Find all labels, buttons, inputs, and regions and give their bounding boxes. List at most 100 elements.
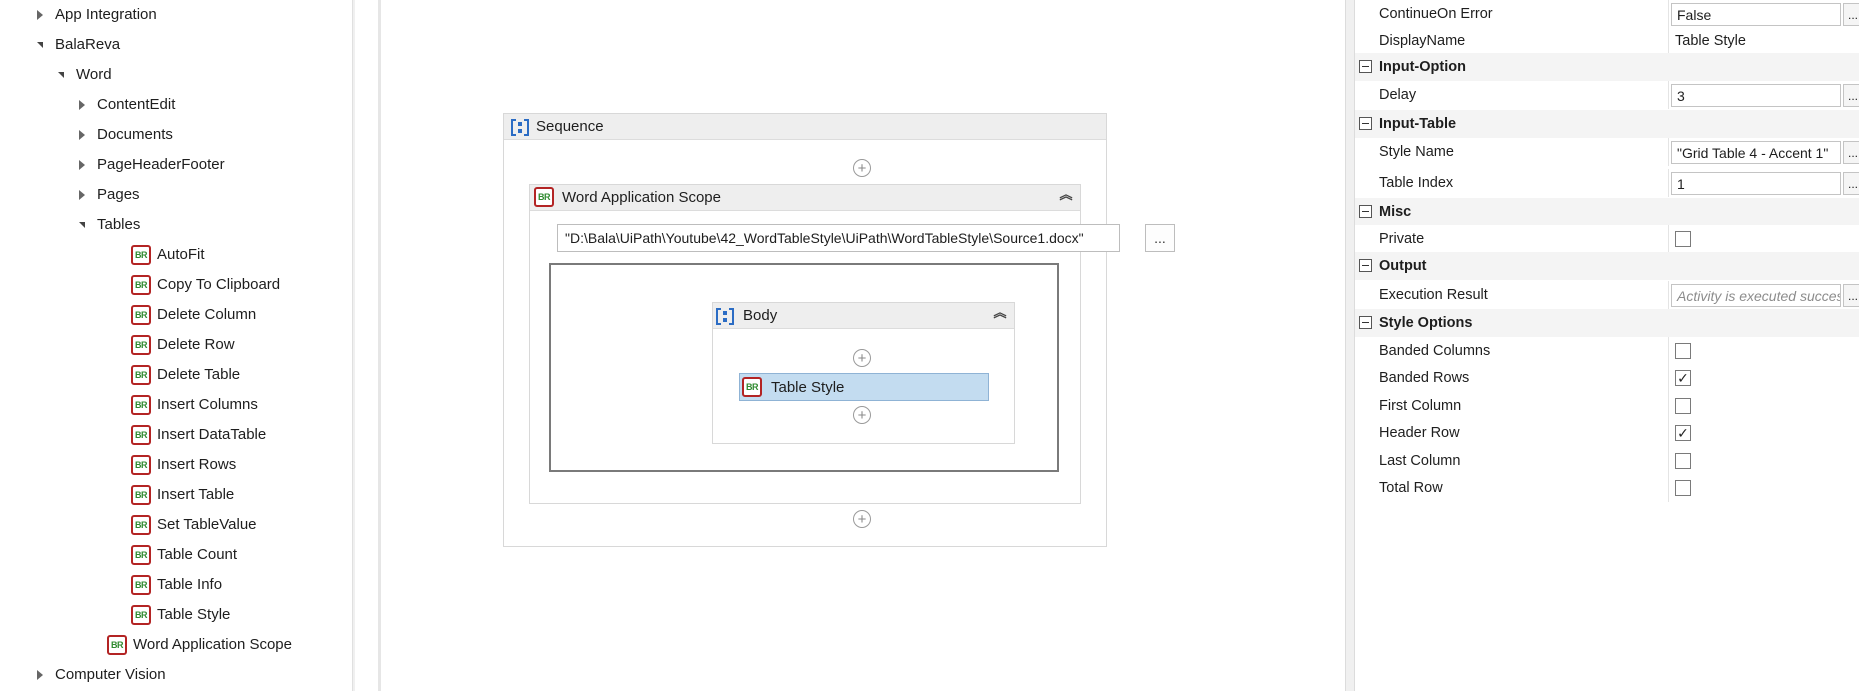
br-activity-icon: BR [131, 545, 151, 565]
tree-item[interactable]: BR Insert Rows [0, 450, 350, 480]
tree-item[interactable]: BR Insert Columns [0, 390, 350, 420]
property-checkbox[interactable] [1675, 453, 1691, 469]
tree-item-label: App Integration [55, 6, 157, 23]
scope-header[interactable]: BR Word Application Scope ︽ [530, 185, 1080, 211]
property-value-input[interactable]: 1 [1671, 172, 1841, 195]
property-checkbox[interactable] [1675, 343, 1691, 359]
tree-item-label: Delete Table [157, 366, 241, 383]
expand-arrow-icon[interactable] [33, 8, 47, 22]
activities-scrollbar[interactable] [352, 0, 355, 691]
tree-item[interactable]: App Integration [0, 0, 350, 30]
category-name: Input-Table [1379, 116, 1457, 132]
tree-item[interactable]: BR Insert Table [0, 480, 350, 510]
add-activity-button[interactable]: + [853, 159, 871, 177]
add-activity-button[interactable]: + [853, 510, 871, 528]
property-checkbox[interactable]: ✓ [1675, 370, 1691, 386]
expand-arrow-icon[interactable] [75, 188, 89, 202]
tree-item[interactable]: BR Delete Row [0, 330, 350, 360]
tree-item[interactable]: Pages [0, 180, 350, 210]
tree-item[interactable]: BR Table Info [0, 570, 350, 600]
property-checkbox[interactable] [1675, 480, 1691, 496]
collapse-minus-icon[interactable] [1359, 259, 1372, 272]
tree-item[interactable]: BR Insert DataTable [0, 420, 350, 450]
collapse-minus-icon[interactable] [1359, 117, 1372, 130]
file-path-input[interactable]: "D:\Bala\UiPath\Youtube\42_WordTableStyl… [557, 224, 1120, 252]
property-value-cell [1668, 0, 1669, 28]
property-ellipsis-button[interactable]: ... [1843, 284, 1859, 307]
tree-item[interactable]: Documents [0, 120, 350, 150]
tree-item[interactable]: ContentEdit [0, 90, 350, 120]
collapse-arrow-icon[interactable] [33, 38, 47, 52]
property-checkbox[interactable] [1675, 398, 1691, 414]
property-name: Style Name [1379, 144, 1454, 160]
tree-item-label: Insert Rows [157, 456, 237, 473]
property-value-input[interactable]: False [1671, 3, 1841, 26]
collapse-icon[interactable]: ︽ [1058, 188, 1074, 206]
property-category[interactable]: Output [1355, 252, 1859, 280]
property-value-input[interactable]: 3 [1671, 84, 1841, 107]
tree-item[interactable]: BR Word Application Scope [0, 630, 350, 660]
tree-item[interactable]: BR Delete Column [0, 300, 350, 330]
table-style-activity[interactable]: BR Table Style [739, 373, 989, 401]
collapse-icon[interactable]: ︽ [992, 306, 1008, 324]
br-activity-icon: BR [534, 187, 554, 207]
expand-arrow-icon[interactable] [75, 98, 89, 112]
panel-splitter[interactable] [1345, 0, 1355, 691]
property-value-input[interactable]: "Grid Table 4 - Accent 1" [1671, 141, 1841, 164]
tree-item-label: AutoFit [157, 246, 205, 263]
add-activity-button[interactable]: + [853, 406, 871, 424]
tree-item-label: Pages [97, 186, 140, 203]
sequence-header[interactable]: Sequence [504, 114, 1106, 140]
property-category[interactable]: Input-Option [1355, 53, 1859, 81]
tree-item[interactable]: PageHeaderFooter [0, 150, 350, 180]
br-activity-icon: BR [131, 455, 151, 475]
tree-item-label: PageHeaderFooter [97, 156, 225, 173]
collapse-minus-icon[interactable] [1359, 205, 1372, 218]
expand-arrow-icon[interactable] [75, 158, 89, 172]
property-category[interactable]: Style Options [1355, 309, 1859, 337]
property-value-input[interactable]: Activity is executed successfully [1671, 284, 1841, 307]
category-name: Output [1379, 258, 1427, 274]
collapse-minus-icon[interactable] [1359, 316, 1372, 329]
property-ellipsis-button[interactable]: ... [1843, 172, 1859, 195]
property-value-cell [1668, 281, 1669, 309]
property-row: Header Row ✓ [1355, 419, 1859, 447]
br-activity-icon: BR [131, 335, 151, 355]
add-activity-button[interactable]: + [853, 349, 871, 367]
tree-item[interactable]: BR Table Count [0, 540, 350, 570]
collapse-arrow-icon[interactable] [54, 68, 68, 82]
property-row: Delay 3... [1355, 81, 1859, 109]
property-ellipsis-button[interactable]: ... [1843, 3, 1859, 26]
tree-item-label: Delete Column [157, 306, 257, 323]
expand-arrow-icon[interactable] [33, 668, 47, 682]
property-name: Private [1379, 231, 1425, 247]
tree-item-label: Delete Row [157, 336, 235, 353]
property-category[interactable]: Input-Table [1355, 110, 1859, 138]
expand-arrow-icon[interactable] [75, 128, 89, 142]
tree-item[interactable]: Computer Vision [0, 660, 350, 690]
property-checkbox[interactable]: ✓ [1675, 425, 1691, 441]
br-activity-icon: BR [131, 245, 151, 265]
property-ellipsis-button[interactable]: ... [1843, 141, 1859, 164]
tree-item[interactable]: Tables [0, 210, 350, 240]
property-name: Table Index [1379, 175, 1454, 191]
tree-item[interactable]: BR Delete Table [0, 360, 350, 390]
tree-item[interactable]: BR Copy To Clipboard [0, 270, 350, 300]
body-header[interactable]: Body ︽ [713, 303, 1014, 329]
tree-item[interactable]: BR AutoFit [0, 240, 350, 270]
collapse-minus-icon[interactable] [1359, 60, 1372, 73]
browse-button[interactable]: ... [1145, 224, 1175, 252]
tree-item[interactable]: BalaReva [0, 30, 350, 60]
property-checkbox[interactable] [1675, 231, 1691, 247]
property-row: First Column [1355, 392, 1859, 420]
tree-item[interactable]: BR Set TableValue [0, 510, 350, 540]
tree-item[interactable]: BR Table Style [0, 600, 350, 630]
br-activity-icon: BR [742, 377, 762, 397]
property-category[interactable]: Misc [1355, 198, 1859, 226]
designer-canvas: Sequence + BR Word Application Scope ︽ "… [381, 0, 1345, 691]
property-value-text[interactable]: Table Style [1675, 27, 1746, 55]
tree-item-label: ContentEdit [97, 96, 176, 113]
property-ellipsis-button[interactable]: ... [1843, 84, 1859, 107]
collapse-arrow-icon[interactable] [75, 218, 89, 232]
tree-item[interactable]: Word [0, 60, 350, 90]
